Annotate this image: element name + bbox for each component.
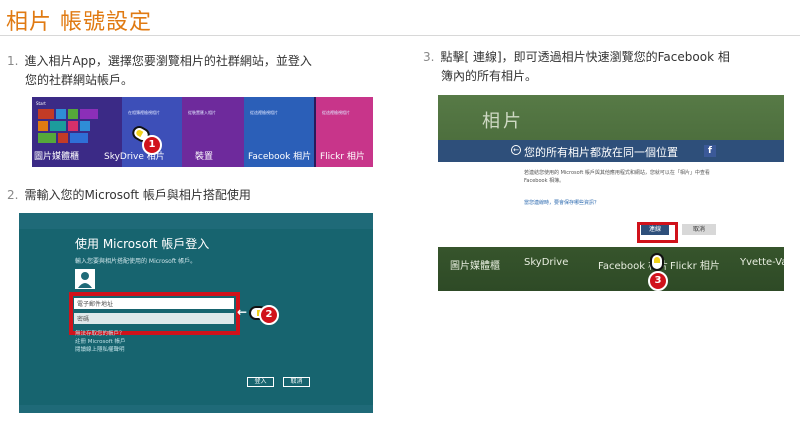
step-3: 3. 點擊[ 連線]，即可透過相片快速瀏覽您的Facebook 相 簿內的所有相片…	[423, 48, 730, 86]
step-1: 1. 進入相片App，選擇您要瀏覽相片的社群網站，並登入 您的社群網站帳戶。	[7, 52, 312, 90]
page-title: 相片 帳號設定	[6, 10, 152, 35]
cancel-button[interactable]: 取消	[283, 377, 310, 387]
back-icon[interactable]: ←	[511, 145, 521, 155]
step-text: 點擊[ 連線]，即可透過相片快速瀏覽您的Facebook 相	[440, 50, 730, 64]
highlight-box	[637, 222, 678, 243]
microsoft-signin-screenshot: 使用 Microsoft 帳戶登入 輸入您要與相片搭配使用的 Microsoft…	[19, 213, 373, 413]
step-number: 3.	[423, 50, 435, 64]
step-badge-3: 3	[648, 271, 668, 291]
link-register[interactable]: 註冊 Microsoft 帳戶	[75, 338, 126, 346]
strip-label: 圖片媒體櫃	[450, 261, 500, 272]
cancel-button[interactable]: 取消	[682, 224, 716, 235]
step-badge-1: 1	[142, 135, 162, 155]
signin-subtitle: 輸入您要與相片搭配使用的 Microsoft 帳戶。	[75, 258, 197, 265]
app-title: 相片	[482, 111, 524, 132]
facebook-icon: f	[704, 145, 716, 157]
panel-label: 裝置	[195, 152, 214, 162]
dialog-body: 若連結您使用的 Microsoft 帳戶與其他應用程式和網站，您就可以在「相片」…	[438, 162, 784, 247]
signin-links: 無法存取您的帳戶？ 註冊 Microsoft 帳戶 閱讀線上隱私權聲明	[75, 330, 126, 354]
dialog-header: ← 您的所有相片都放在同一個位置 f	[438, 140, 784, 162]
link-privacy[interactable]: 閱讀線上隱私權聲明	[75, 346, 126, 354]
step-2: 2. 需輸入您的Microsoft 帳戶與相片搭配使用	[7, 186, 251, 205]
strip-label: SkyDrive	[524, 257, 569, 268]
step-number: 1.	[7, 54, 19, 68]
step-number: 2.	[7, 188, 19, 202]
mouse-icon	[650, 253, 664, 271]
panel-label: Flickr 相片	[320, 152, 365, 162]
signin-button[interactable]: 登入	[247, 377, 274, 387]
step-text: 需輸入您的Microsoft 帳戶與相片搭配使用	[24, 188, 251, 202]
title-divider	[0, 35, 800, 36]
start-label: Start	[36, 101, 46, 106]
panel-label: 圖片媒體櫃	[34, 152, 80, 162]
link-forgot[interactable]: 無法存取您的帳戶？	[75, 330, 126, 338]
arrow-left-icon: ←	[237, 305, 248, 319]
user-avatar-icon	[75, 269, 95, 289]
panel-label: Facebook 相片	[248, 152, 312, 162]
signin-heading: 使用 Microsoft 帳戶登入	[75, 237, 210, 251]
dialog-text: 若連結您使用的 Microsoft 帳戶與其他應用程式和網站，您就可以在「相片」…	[524, 170, 710, 184]
photos-app-screenshot: Start 在相簿裡檢視相片 從裝置匯入相片 從這裡檢視相片 從這裡檢視相片 圖…	[32, 97, 373, 167]
dialog-title: 您的所有相片都放在同一個位置	[524, 146, 678, 159]
step-text-cont: 簿內的所有相片。	[441, 69, 538, 83]
strip-label: Yvette-Va	[740, 257, 784, 268]
step-badge-2: 2	[259, 305, 279, 325]
strip-label: Flickr 相片	[670, 261, 720, 272]
password-field[interactable]: 密碼	[74, 313, 234, 324]
info-link[interactable]: 當您連線時，要會保存哪些資訊？	[524, 199, 599, 206]
step-text-cont: 您的社群網站帳戶。	[25, 73, 134, 87]
step-text: 進入相片App，選擇您要瀏覽相片的社群網站，並登入	[24, 54, 312, 68]
email-field[interactable]: 電子郵件地址	[74, 298, 234, 309]
facebook-connect-screenshot: 相片 ← 您的所有相片都放在同一個位置 f 若連結您使用的 Microsoft …	[438, 95, 784, 291]
